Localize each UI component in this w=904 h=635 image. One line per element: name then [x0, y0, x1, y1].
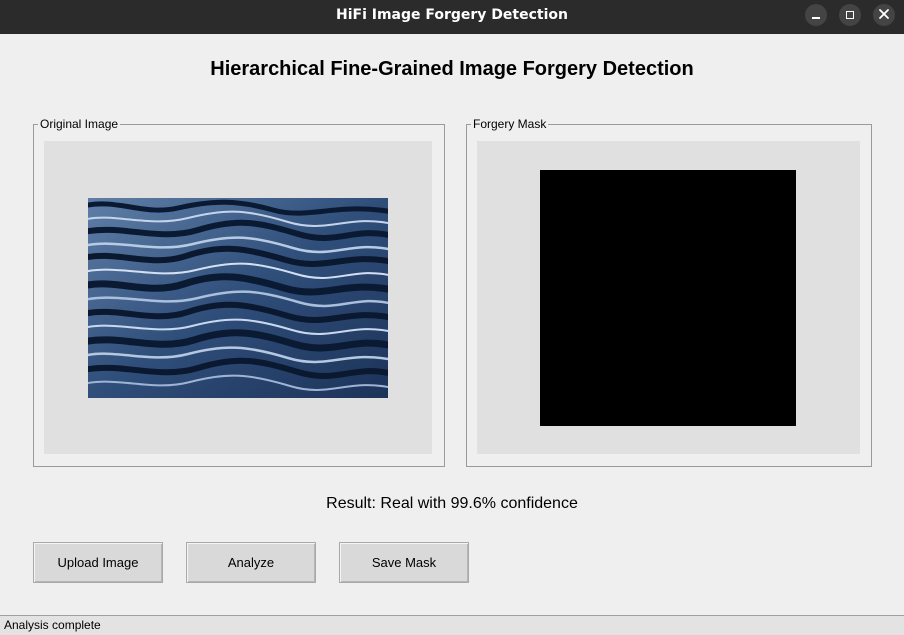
water-texture-image: [88, 198, 388, 398]
forgery-mask-preview: [540, 170, 796, 426]
minimize-button[interactable]: [805, 4, 827, 26]
result-label: Result: Real with 99.6% confidence: [326, 495, 578, 512]
maximize-icon: [846, 11, 854, 19]
status-bar: Analysis complete: [0, 615, 904, 635]
analyze-button[interactable]: Analyze: [186, 542, 316, 583]
close-icon: [877, 7, 891, 21]
close-button[interactable]: [873, 4, 895, 26]
window-titlebar[interactable]: HiFi Image Forgery Detection: [0, 0, 904, 34]
original-image-label: Original Image: [38, 117, 121, 131]
original-image-preview: [88, 198, 388, 398]
forgery-mask-label: Forgery Mask: [471, 117, 549, 131]
status-text: Analysis complete: [4, 618, 101, 632]
minimize-icon: [812, 17, 820, 19]
save-mask-button[interactable]: Save Mask: [339, 542, 469, 583]
page-title: Hierarchical Fine-Grained Image Forgery …: [210, 58, 694, 80]
maximize-button[interactable]: [839, 4, 861, 26]
window-title: HiFi Image Forgery Detection: [335, 7, 568, 23]
upload-image-button[interactable]: Upload Image: [33, 542, 163, 583]
